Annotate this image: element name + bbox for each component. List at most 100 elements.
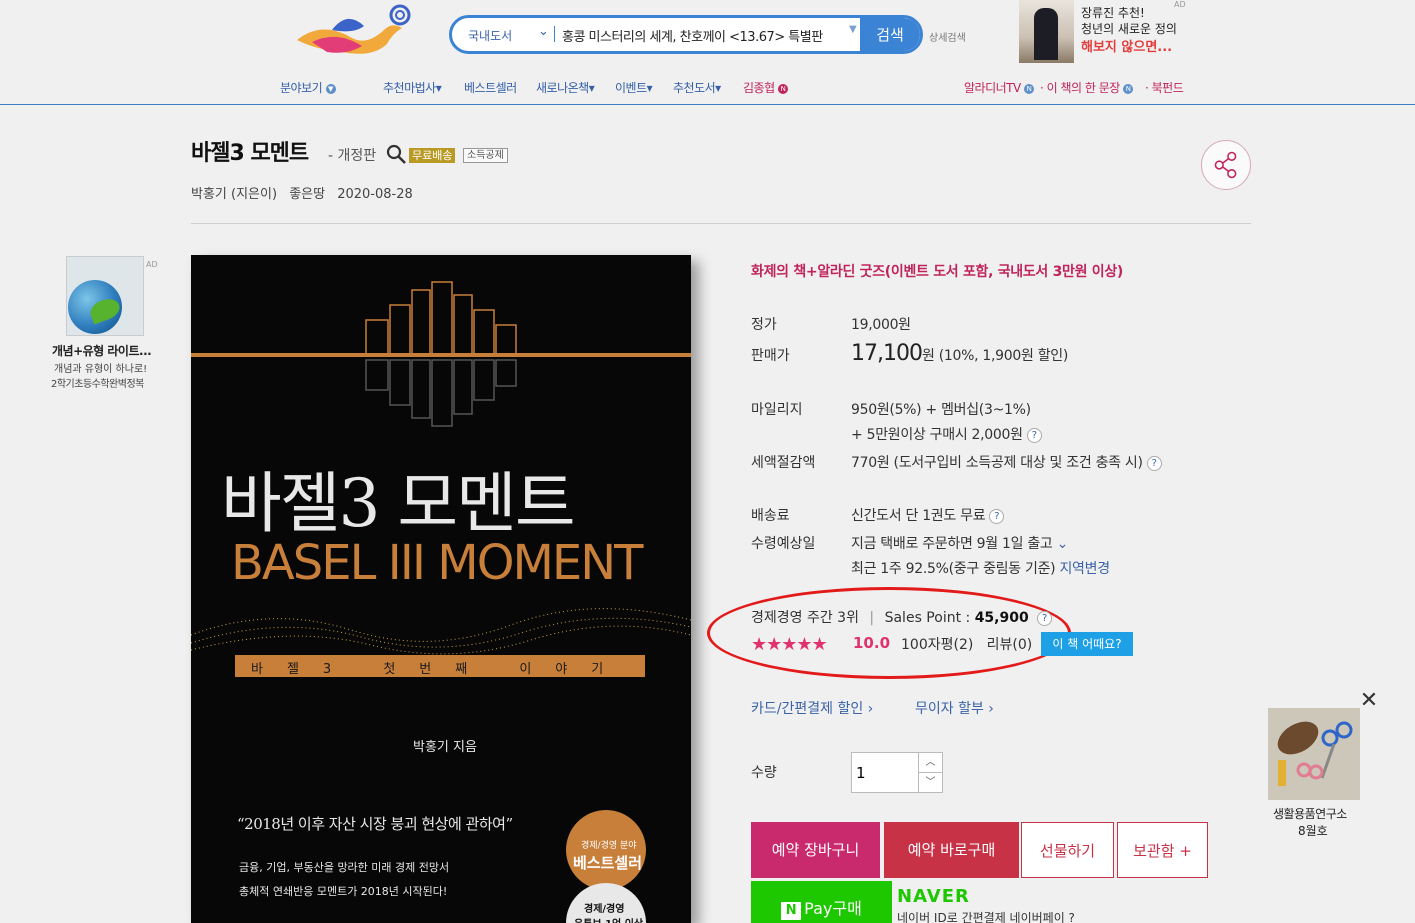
seal-text: 유튜브 1억 이상 [574, 915, 643, 923]
nav-recommend-wizard[interactable]: 추천마법사▾ [383, 79, 442, 96]
how-about-book-button[interactable]: 이 책 어때요? [1041, 632, 1133, 656]
nav-bestseller[interactable]: 베스트셀러 [464, 79, 517, 96]
quantity-input[interactable] [856, 761, 911, 785]
cover-text: 금융, 기업, 부동산을 망라한 미래 경제 전망서 [239, 861, 450, 874]
help-icon[interactable]: ? [989, 508, 1005, 524]
nav-special[interactable]: 김종협 N [743, 79, 788, 96]
mileage-extra: + 5만원이상 구매시 2,000원? [851, 424, 1042, 444]
cover-band-text: 바젤3 첫번째 이야기 [251, 662, 628, 677]
mileage-value: 950원(5%) + 멤버십(3~1%) [851, 402, 1031, 418]
site-header: 국내도서 ⌄ ▼ 검색 상세검색 장류진 추천! 청년의 새로운 정의 해보지 … [0, 0, 1415, 105]
tax-deduction-badge: 소득공제 [463, 148, 508, 163]
chevron-up-icon[interactable]: ︿ [918, 753, 942, 773]
nav-aladiner-tv[interactable]: 알라디너TV N [964, 79, 1035, 96]
sale-price-label: 판매가 [751, 348, 790, 364]
left-ad-desc[interactable]: 2학기초등수학완벽정복 [51, 375, 144, 390]
naver-pay-button[interactable]: N Pay구매 [751, 881, 892, 923]
ad-tag: AD [146, 260, 158, 269]
nav-events[interactable]: 이벤트▾ [615, 79, 653, 96]
new-badge-icon: N [1123, 83, 1134, 94]
new-badge-icon: N [777, 83, 788, 94]
seal-text: 베스트셀러 [573, 854, 643, 872]
tax-savings-label: 세액절감액 [751, 455, 816, 471]
naver-pay-description: 네이버 ID로 간편결제 네이버페이 ? [897, 911, 1075, 923]
share-button[interactable] [1201, 140, 1251, 190]
author-link[interactable]: 박홍기 (지은이) [191, 187, 277, 202]
left-ad-title[interactable]: 개념+유형 라이트... [52, 342, 152, 359]
chevron-down-icon[interactable]: ⌄ [538, 24, 549, 39]
preorder-cart-button[interactable]: 예약 장바구니 [751, 822, 880, 878]
search-history-dropdown-icon[interactable]: ▼ [849, 24, 857, 35]
free-shipping-badge: 무료배송 [409, 148, 456, 163]
divider [191, 223, 1251, 224]
highlight-ellipse [707, 587, 1071, 679]
search-button[interactable]: 검색 [860, 18, 920, 51]
chevron-down-icon[interactable]: ﹀ [918, 773, 942, 792]
book-cover-image[interactable]: 바젤3 모멘트 BASEL III MOMENT 바젤3 첫번째 이야기 박홍기… [191, 255, 691, 923]
top-ad-line2[interactable]: 청년의 새로운 정의 [1081, 20, 1177, 37]
search-divider [554, 26, 555, 42]
book-title: 바젤3 모멘트 [191, 141, 309, 166]
cover-quote: “2018년 이후 자산 시장 붕괴 현상에 관하여” [237, 815, 513, 833]
search-category-select[interactable]: 국내도서 [468, 27, 512, 44]
chevron-down-icon[interactable]: ⌄ [1057, 536, 1069, 552]
list-price: 19,000원 [851, 317, 911, 333]
cover-text: 총체적 연쇄반응 모멘트가 2018년 시작된다! [239, 885, 448, 898]
sales-rank: 경제경영 주간 3위 | Sales Point : 45,900 ? [751, 607, 1053, 627]
book-subtitle: - 개정판 [328, 148, 377, 164]
rating-stars-icon: ★★★★★ [751, 634, 828, 655]
cover-author: 박홍기 지음 [413, 740, 477, 755]
sales-point: 45,900 [974, 610, 1029, 626]
card-discount-link[interactable]: 카드/간편결제 할인 › [751, 698, 873, 718]
promo-link[interactable]: 화제의 책+알라딘 굿즈(이벤트 도서 포함, 국내도서 3만원 이상) [751, 261, 1123, 281]
naver-logo: NAVER [897, 886, 970, 907]
left-ad-desc[interactable]: 개념과 유형이 하나로! [54, 360, 147, 375]
gift-button[interactable]: 선물하기 [1021, 822, 1114, 878]
quantity-stepper: ︿ ﹀ [851, 752, 943, 793]
wishlist-button[interactable]: 보관함 + [1117, 822, 1208, 878]
region-change-link[interactable]: 지역변경 [1059, 561, 1110, 577]
naver-n-icon: N [781, 902, 802, 920]
review-counts-link[interactable]: 100자평(2) 리뷰(0) [901, 634, 1032, 654]
quantity-label: 수량 [751, 765, 777, 781]
help-icon[interactable]: ? [1146, 455, 1162, 471]
installment-link[interactable]: 무이자 할부 › [915, 698, 994, 718]
nav-one-sentence[interactable]: · 이 책의 한 문장 N [1040, 79, 1134, 96]
nav-category[interactable]: 분야보기 ▼ [280, 79, 336, 96]
weekly-rank-link[interactable]: 경제경영 주간 3위 [751, 610, 859, 626]
rating-score: 10.0 [853, 634, 891, 652]
new-badge-icon: N [1024, 83, 1035, 94]
nav-book-fund[interactable]: · 북펀드 [1145, 79, 1184, 96]
search-box: 국내도서 ⌄ ▼ 검색 [449, 15, 923, 54]
seal-text: 경제/경영 분야 [581, 841, 637, 851]
nav-new-books[interactable]: 새로나온책▾ [536, 79, 595, 96]
seal-text: 경제/경영 [584, 904, 625, 915]
cover-horizon-line [191, 353, 691, 357]
preorder-buy-button[interactable]: 예약 바로구매 [884, 822, 1019, 878]
publish-date: 2020-08-28 [337, 187, 413, 202]
author-line: 박홍기 (지은이) 좋은땅 2020-08-28 [191, 183, 421, 202]
publisher-link[interactable]: 좋은땅 [289, 187, 325, 202]
help-icon[interactable]: ? [1037, 610, 1053, 626]
detail-search-link[interactable]: 상세검색 [929, 29, 966, 44]
tax-savings-value: 770원 (도서구입비 소득공제 대상 및 조건 충족 시)? [851, 452, 1162, 472]
sale-price-detail: 원 (10%, 1,900원 할인) [921, 348, 1069, 364]
help-icon[interactable]: ? [1026, 427, 1042, 443]
ad-tag: AD [1174, 0, 1186, 9]
mileage-label: 마일리지 [751, 402, 803, 418]
right-ad-subtitle[interactable]: 8월호 [1298, 822, 1328, 839]
top-ad-line1[interactable]: 장류진 추천! [1081, 4, 1145, 21]
nav-recommended[interactable]: 추천도서▾ [673, 79, 721, 96]
close-icon[interactable]: ✕ [1358, 690, 1380, 712]
list-price-label: 정가 [751, 317, 777, 333]
delivery-date-label: 수령예상일 [751, 536, 816, 552]
right-ad-title[interactable]: 생활용품연구소 [1273, 805, 1347, 822]
right-ad-image[interactable] [1268, 708, 1360, 800]
search-icon[interactable] [385, 143, 407, 165]
top-ad-person-image [1034, 8, 1058, 60]
aladin-logo[interactable] [292, 0, 414, 60]
search-input[interactable] [562, 22, 842, 48]
cover-title: 바젤3 모멘트 [221, 465, 576, 542]
top-ad-line3[interactable]: 해보지 않으면... [1081, 36, 1172, 55]
delivery-stats: 최근 1주 92.5%(중구 중림동 기준) 지역변경 [851, 561, 1110, 577]
